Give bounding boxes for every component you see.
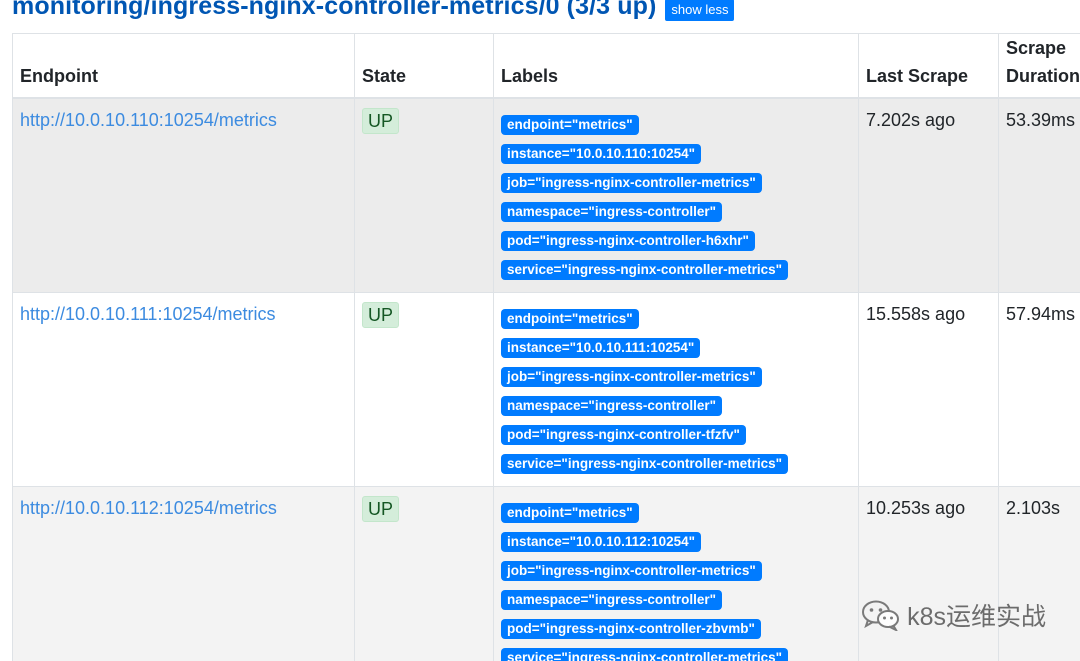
endpoint-link[interactable]: http://10.0.10.112:10254/metrics xyxy=(20,498,277,518)
endpoint-cell: http://10.0.10.112:10254/metrics xyxy=(12,486,355,661)
scrape-duration-cell: 57.94ms xyxy=(998,292,1080,487)
endpoint-link[interactable]: http://10.0.10.111:10254/metrics xyxy=(20,304,276,324)
targets-table: Endpoint State Labels Last Scrape Scrape… xyxy=(12,33,1080,661)
label-badge: namespace="ingress-controller" xyxy=(501,590,723,610)
endpoint-link[interactable]: http://10.0.10.110:10254/metrics xyxy=(20,110,277,130)
label-badge: endpoint="metrics" xyxy=(501,503,639,523)
label-badge: pod="ingress-nginx-controller-tfzfv" xyxy=(501,425,746,445)
label-badge: namespace="ingress-controller" xyxy=(501,202,723,222)
column-header-endpoint: Endpoint xyxy=(12,33,355,99)
label-badge: namespace="ingress-controller" xyxy=(501,396,723,416)
wechat-icon xyxy=(862,600,900,631)
endpoint-cell: http://10.0.10.111:10254/metrics xyxy=(12,292,355,487)
label-badge: pod="ingress-nginx-controller-zbvmb" xyxy=(501,619,761,639)
table-row: http://10.0.10.112:10254/metrics UP endpoi… xyxy=(12,486,1080,661)
labels-cell: endpoint="metrics" instance="10.0.10.112:… xyxy=(493,486,859,661)
label-badge: instance="10.0.10.110:10254" xyxy=(501,144,702,164)
state-badge: UP xyxy=(362,496,400,522)
target-group-title[interactable]: monitoring/ingress-nginx-controller-metr… xyxy=(12,0,656,21)
scrape-duration-cell: 2.103s xyxy=(998,486,1080,661)
column-header-last-scrape: Last Scrape xyxy=(858,33,999,99)
label-badge: service="ingress-nginx-controller-metric… xyxy=(501,454,789,474)
labels-cell: endpoint="metrics" instance="10.0.10.110:… xyxy=(493,97,859,293)
labels-cell: endpoint="metrics" instance="10.0.10.111:… xyxy=(493,292,859,487)
last-scrape-cell: 10.253s ago xyxy=(858,486,999,661)
label-badge: job="ingress-nginx-controller-metrics" xyxy=(501,561,762,581)
state-badge: UP xyxy=(362,108,400,134)
last-scrape-cell: 7.202s ago xyxy=(858,97,999,293)
label-badge: pod="ingress-nginx-controller-h6xhr" xyxy=(501,231,755,251)
target-group-header: monitoring/ingress-nginx-controller-metr… xyxy=(12,0,735,24)
table-row: http://10.0.10.111:10254/metrics UP endpoi… xyxy=(12,292,1080,487)
table-row: http://10.0.10.110:10254/metrics UP endpoi… xyxy=(12,97,1080,293)
state-cell: UP xyxy=(354,292,494,487)
label-badge: job="ingress-nginx-controller-metrics" xyxy=(501,173,762,193)
label-badge: endpoint="metrics" xyxy=(501,309,639,329)
label-badge: instance="10.0.10.112:10254" xyxy=(501,532,702,552)
column-header-state: State xyxy=(354,33,494,99)
watermark-text: k8s运维实战 xyxy=(907,603,1046,631)
label-badge: instance="10.0.10.111:10254" xyxy=(501,338,701,358)
table-header-row: Endpoint State Labels Last Scrape Scrape… xyxy=(12,33,1080,99)
watermark: k8s运维实战 xyxy=(861,597,1046,633)
last-scrape-cell: 15.558s ago xyxy=(858,292,999,487)
column-header-scrape-duration: Scrape Duration xyxy=(998,33,1080,99)
state-cell: UP xyxy=(354,97,494,293)
targets-page: monitoring/ingress-nginx-controller-metr… xyxy=(0,0,1080,661)
endpoint-cell: http://10.0.10.110:10254/metrics xyxy=(12,97,355,293)
state-cell: UP xyxy=(354,486,494,661)
label-badge: endpoint="metrics" xyxy=(501,115,639,135)
label-badge: service="ingress-nginx-controller-metric… xyxy=(501,260,789,280)
state-badge: UP xyxy=(362,302,400,328)
column-header-labels: Labels xyxy=(493,33,859,99)
label-badge: job="ingress-nginx-controller-metrics" xyxy=(501,367,762,387)
label-badge: service="ingress-nginx-controller-metric… xyxy=(501,648,789,661)
scrape-duration-cell: 53.39ms xyxy=(998,97,1080,293)
show-less-button[interactable]: show less xyxy=(665,0,735,21)
